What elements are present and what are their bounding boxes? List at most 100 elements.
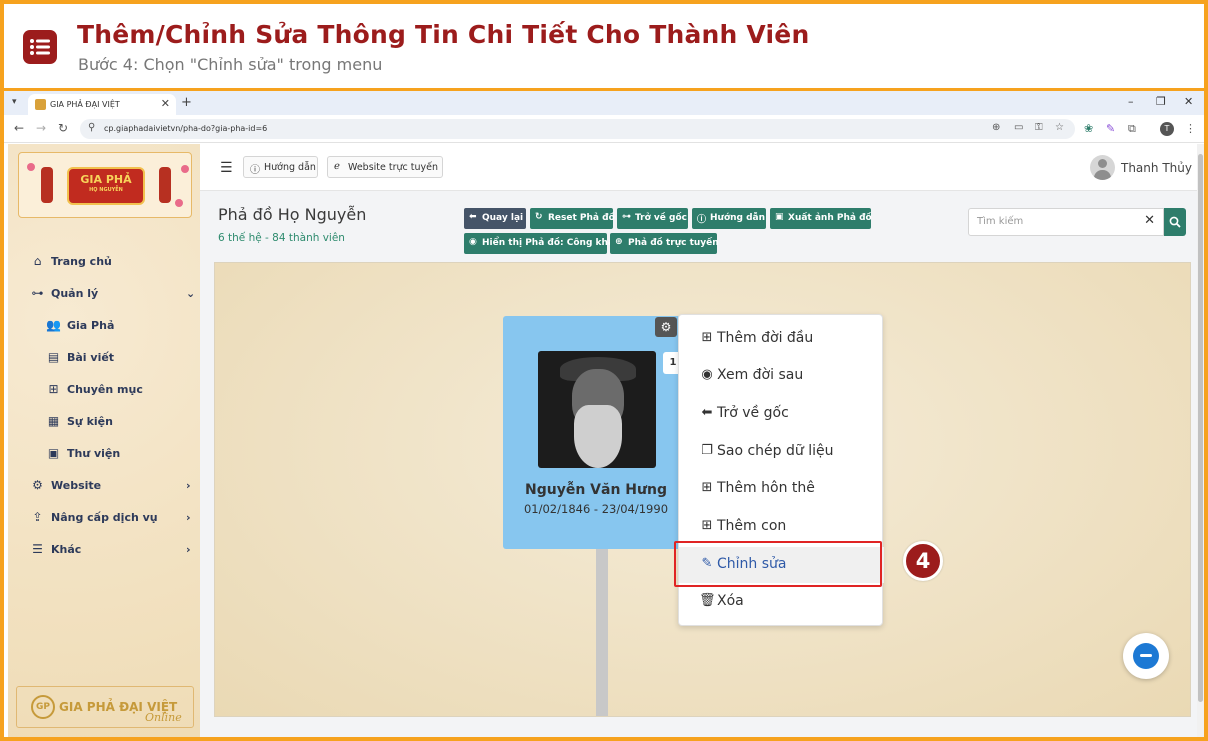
reload-icon[interactable]: ↻ <box>58 121 68 135</box>
family-tree-canvas[interactable]: Nguyễn Văn Hưng 01/02/1846 - 23/04/1990 … <box>214 262 1191 717</box>
hamburger-icon[interactable]: ☰ <box>220 160 233 176</box>
visibility-button[interactable]: ◉ Hiển thị Phả đồ: Công khai <box>464 233 617 254</box>
eye-icon: ◉ <box>701 367 713 382</box>
chevron-right-icon: › <box>186 543 191 556</box>
menu-item-view-descendants[interactable]: ◉ Xem đời sau <box>679 358 884 394</box>
gear-icon[interactable]: ⚙ <box>655 317 677 337</box>
help-button[interactable]: ⓘ Hướng dẫn <box>243 156 318 178</box>
kebab-menu-icon[interactable]: ⋮ <box>1185 122 1196 135</box>
top-navbar: ☰ ⓘ Hướng dẫn ℯ Website trực tuyến Thanh… <box>200 144 1204 191</box>
key-icon[interactable]: ⚿ <box>1035 122 1043 133</box>
page-title: Phả đồ Họ Nguyễn <box>218 205 367 224</box>
website-online-button[interactable]: ℯ Website trực tuyến <box>327 156 443 178</box>
star-icon[interactable]: ☆ <box>1055 122 1064 133</box>
info-icon: ⓘ <box>697 215 707 225</box>
menu-item-copy-data[interactable]: ❐ Sao chép dữ liệu <box>679 434 884 470</box>
extension-icon[interactable]: ❀ <box>1084 122 1093 135</box>
menu-item-delete[interactable]: 🗑 Xóa <box>679 584 884 620</box>
search-placeholder: Tìm kiếm <box>977 216 1024 227</box>
lantern-icon <box>41 167 53 203</box>
lantern-icon <box>159 167 171 203</box>
main-content: Phả đồ Họ Nguyễn 6 thế hệ - 84 thành viê… <box>200 191 1204 737</box>
search-input[interactable]: Tìm kiếm ✕ <box>968 208 1164 236</box>
plus-square-icon: ⊞ <box>701 330 713 345</box>
return-root-button[interactable]: ⊶ Trở về gốc <box>617 208 688 229</box>
newspaper-icon: ▤ <box>47 350 60 364</box>
person-card[interactable]: Nguyễn Văn Hưng 01/02/1846 - 23/04/1990 … <box>503 316 699 549</box>
grid-icon: ⊞ <box>48 382 59 396</box>
window-close-icon[interactable]: ✕ <box>1184 95 1193 108</box>
highlight-box <box>674 541 882 587</box>
chevron-down-icon: ⌄ <box>186 287 196 300</box>
footer-logo-badge: GP <box>31 695 55 719</box>
tab-list-icon[interactable]: ▾ <box>12 97 17 107</box>
close-icon[interactable]: ✕ <box>161 97 170 110</box>
minimize-icon[interactable]: – <box>1128 95 1134 108</box>
username[interactable]: Thanh Thủy <box>1121 161 1192 175</box>
export-image-button[interactable]: ▣ Xuất ảnh Phả đồ <box>770 208 872 229</box>
users-icon: 👥 <box>46 318 61 332</box>
pen-extension-icon[interactable]: ✎ <box>1106 122 1115 135</box>
menu-item-return-root[interactable]: ⬅ Trở về gốc <box>679 396 884 432</box>
forward-arrow-icon[interactable]: → <box>36 121 46 135</box>
avatar[interactable] <box>1090 155 1115 180</box>
logo-subtext: HỌ NGUYỄN <box>89 187 123 193</box>
scrollbar[interactable] <box>1197 144 1204 737</box>
back-button[interactable]: ⬅ Quay lại <box>464 208 526 229</box>
blossom-icon <box>181 165 189 173</box>
online-chart-button[interactable]: ⊕ Phả đồ trực tuyến <box>610 233 719 254</box>
tutorial-frame: Thêm/Chỉnh Sửa Thông Tin Chi Tiết Cho Th… <box>4 4 1204 737</box>
search-button[interactable] <box>1164 208 1186 236</box>
zoom-icon[interactable]: ⊕ <box>992 122 1000 133</box>
trash-icon: 🗑 <box>699 593 716 608</box>
logo[interactable]: GIA PHẢ HỌ NGUYỄN <box>18 152 192 218</box>
menu-item-add-child[interactable]: ⊞ Thêm con <box>679 509 884 545</box>
chevron-right-icon: › <box>186 479 191 492</box>
support-chat-button[interactable] <box>1123 633 1169 679</box>
footer-logo: GP GIA PHẢ ĐẠI VIỆT Online <box>16 686 194 728</box>
blossom-icon <box>27 163 35 171</box>
profile-avatar[interactable]: T <box>1160 122 1174 136</box>
tab-title: GIA PHẢ ĐẠI VIỆT <box>50 100 120 109</box>
plus-square-icon: ⊞ <box>701 480 713 495</box>
sitemap-icon: ⊶ <box>31 286 44 300</box>
image-icon: ▣ <box>775 212 784 222</box>
menu-item-add-spouse[interactable]: ⊞ Thêm hôn thê <box>679 471 884 507</box>
globe-icon: ⊕ <box>615 237 623 247</box>
menu-item-add-first-generation[interactable]: ⊞ Thêm đời đầu <box>679 321 884 357</box>
blossom-icon <box>175 199 183 207</box>
new-tab-icon[interactable]: + <box>181 95 192 110</box>
menu-icon: ☰ <box>32 542 43 556</box>
upgrade-icon: ⇪ <box>32 510 43 524</box>
site-info-icon[interactable]: ⚲ <box>88 122 95 133</box>
copy-icon: ❐ <box>701 443 713 458</box>
headset-icon <box>1133 643 1159 669</box>
clear-icon[interactable]: ✕ <box>1144 213 1155 228</box>
person-dates: 01/02/1846 - 23/04/1990 <box>523 502 669 516</box>
logo-text: GIA PHẢ <box>80 173 132 186</box>
back-arrow-icon[interactable]: ← <box>14 121 24 135</box>
list-icon <box>23 30 57 64</box>
favicon-icon <box>35 99 46 110</box>
arrow-left-icon: ⬅ <box>701 405 713 420</box>
reset-chart-button[interactable]: ↻ Reset Phả đồ <box>530 208 615 229</box>
browser-tabbar: ▾ GIA PHẢ ĐẠI VIỆT ✕ + – ❐ ✕ <box>4 91 1204 115</box>
home-icon: ⌂ <box>33 254 42 268</box>
refresh-icon: ↻ <box>535 212 543 222</box>
search-icon <box>1169 216 1181 228</box>
arrow-left-icon: ⬅ <box>469 212 477 222</box>
images-icon: ▣ <box>47 446 60 460</box>
puzzle-icon[interactable]: ⧉ <box>1128 122 1136 136</box>
cast-icon[interactable]: ▭ <box>1014 122 1023 133</box>
tutorial-subtitle: Bước 4: Chọn "Chỉnh sửa" trong menu <box>78 55 383 74</box>
guide-button[interactable]: ⓘ Hướng dẫn <box>692 208 766 229</box>
scrollbar-thumb[interactable] <box>1198 154 1203 702</box>
step-badge: 4 <box>903 541 943 581</box>
sidebar: GIA PHẢ HỌ NGUYỄN ⌂ Trang chủ ⊶ Quản lý … <box>8 144 200 737</box>
url-bar[interactable]: ⚲ cp.giaphadaivietvn/pha-do?gia-pha-id=6… <box>80 119 1075 139</box>
tutorial-title: Thêm/Chỉnh Sửa Thông Tin Chi Tiết Cho Th… <box>77 20 810 49</box>
footer-logo-online: Online <box>145 711 182 724</box>
url-text: cp.giaphadaivietvn/pha-do?gia-pha-id=6 <box>104 124 268 133</box>
restore-icon[interactable]: ❐ <box>1156 95 1166 108</box>
browser-tab[interactable]: GIA PHẢ ĐẠI VIỆT ✕ <box>28 94 176 115</box>
